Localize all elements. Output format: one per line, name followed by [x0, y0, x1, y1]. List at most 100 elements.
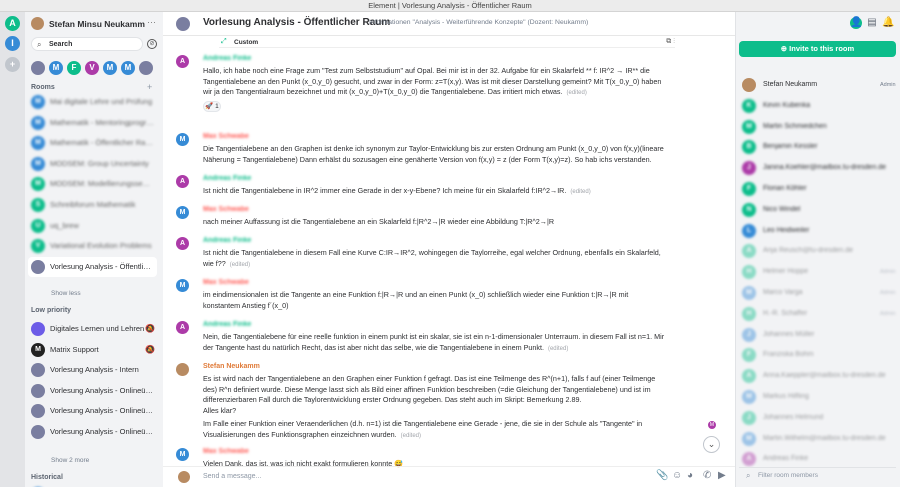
member-list-item[interactable]: Stefan Neukamm Admin — [736, 75, 900, 96]
sender-name[interactable]: Max Schwabe — [203, 133, 249, 140]
historical-section-header[interactable]: Historical — [31, 474, 63, 481]
low-priority-section-header[interactable]: Low priority — [31, 307, 71, 314]
edited-marker[interactable]: (edited) — [401, 433, 421, 439]
sender-name[interactable]: Max Schwabe — [203, 206, 249, 213]
more-options-icon[interactable]: ··· — [147, 17, 156, 27]
sender-avatar[interactable]: A — [176, 321, 189, 334]
member-list-item[interactable]: H H.-R. Schaffer Admin — [736, 304, 900, 325]
show-more-link[interactable]: Show 2 more — [51, 457, 89, 464]
sender-name[interactable]: Max Schwabe — [203, 279, 249, 286]
filter-members-input[interactable]: ⌕ Filter room members — [739, 467, 896, 483]
reaction-pill[interactable]: 🚀 1 — [203, 100, 221, 112]
recent-room-avatar[interactable] — [139, 61, 153, 75]
room-list-item[interactable]: S Schreibforum Mathematik — [25, 195, 157, 215]
sender-name[interactable]: Andreas Finke — [203, 321, 251, 328]
member-list-item[interactable]: H Helmer Hoppe Admin — [736, 262, 900, 283]
sender-avatar[interactable]: M — [176, 448, 189, 461]
widget-options-icon[interactable]: ⧉ ⋮ — [666, 38, 675, 46]
sender-name[interactable]: Andreas Finke — [203, 175, 251, 182]
room-list-item[interactable]: Vorlesung Analysis - Onlineüb... — [25, 422, 157, 442]
recent-room-avatar[interactable]: F — [67, 61, 81, 75]
member-list-item[interactable]: J Janina.Koehler@mailbox.tu-dresden.de — [736, 158, 900, 179]
edited-marker[interactable]: (edited) — [567, 90, 587, 96]
sender-avatar[interactable] — [176, 363, 189, 376]
read-receipt-avatar[interactable]: M — [708, 421, 716, 429]
sender-avatar[interactable]: A — [176, 55, 189, 68]
space-i[interactable]: I — [5, 36, 20, 51]
recent-room-avatar[interactable]: V — [85, 61, 99, 75]
room-list-item[interactable]: M MODSEM: Modellierungsseminar — [25, 174, 157, 194]
sender-avatar[interactable]: M — [176, 279, 189, 292]
jump-to-bottom-button[interactable]: ⌄ — [703, 436, 720, 453]
member-list-item[interactable]: M Marco Varga Admin — [736, 283, 900, 304]
room-list-item[interactable]: Digitales Lernen und Lehren 🔕 — [25, 319, 157, 339]
room-list-item[interactable]: Uuq_brew — [25, 216, 157, 236]
member-list-item[interactable]: B Benjamin Kessler — [736, 137, 900, 158]
room-list-item[interactable]: M MODSEM: Group Uncertainty — [25, 154, 157, 174]
room-list-item[interactable]: Vorlesung Analysis - Onlineüb... — [25, 381, 157, 401]
sender-name[interactable]: Andreas Finke — [203, 237, 251, 244]
sender-name[interactable]: Max Schwabe — [203, 448, 249, 455]
room-title[interactable]: Vorlesung Analysis - Öffentlicher Raum — [203, 17, 390, 28]
room-avatar — [31, 259, 45, 274]
room-list-item[interactable]: Vorlesung Analysis - Intern — [25, 360, 157, 380]
widget-expand-icon[interactable]: ⤢ — [221, 38, 227, 46]
rooms-section-header[interactable]: Rooms — [31, 84, 55, 91]
explore-rooms-icon[interactable]: ⊘ — [147, 39, 157, 49]
member-name: Nico Windel — [763, 205, 801, 213]
member-list-item[interactable]: A Anna.Kaeppler@mailbox.tu-dresden.de — [736, 366, 900, 387]
room-list-item[interactable]: M Matrix Support 🔕 — [25, 340, 157, 360]
voice-call-icon[interactable]: ✆ — [703, 470, 711, 481]
member-list-item[interactable]: N Nico Windel — [736, 200, 900, 221]
sender-avatar[interactable]: M — [176, 133, 189, 146]
show-less-link[interactable]: Show less — [51, 290, 81, 297]
video-call-icon[interactable]: ▶ — [718, 470, 726, 481]
sender-avatar[interactable]: A — [176, 175, 189, 188]
member-list-item[interactable]: F Florian Köhler — [736, 179, 900, 200]
room-list-item[interactable]: M Mathematik - Mentoringprogramm — [25, 113, 157, 133]
sender-avatar[interactable]: A — [176, 237, 189, 250]
member-list-item[interactable]: J Johannes Helmund — [736, 408, 900, 429]
member-list-item[interactable]: J Johannes Müller — [736, 325, 900, 346]
recent-room-avatar[interactable]: M — [49, 61, 63, 75]
room-topic[interactable]: Informationen "Analysis - Weiterführende… — [369, 19, 588, 26]
room-list-item[interactable]: V Variational Evolution Problems — [25, 236, 157, 256]
emoji-icon[interactable]: ☺ — [672, 470, 682, 481]
room-avatar[interactable] — [176, 17, 190, 31]
room-name: uq_brew — [50, 220, 79, 230]
search-input[interactable]: ⌕ Search — [31, 37, 143, 51]
space-home-a[interactable]: A — [5, 16, 20, 31]
custom-widget-bar[interactable]: ⤢ Custom ⧉ ⋮ — [219, 38, 675, 48]
sender-name[interactable]: Andreas Finke — [203, 55, 251, 62]
room-info-icon[interactable]: 👤 — [850, 17, 862, 29]
sender-name[interactable]: Stefan Neukamm — [203, 363, 260, 370]
invite-button[interactable]: ⊕ Invite to this room — [739, 41, 896, 57]
member-list-item[interactable]: M Martin.Wilhelm@mailbox.tu-dresden.de — [736, 429, 900, 450]
recent-room-avatar[interactable]: M — [103, 61, 117, 75]
edited-marker[interactable]: (edited) — [570, 189, 590, 195]
message-input[interactable]: Send a message... — [203, 473, 261, 480]
member-list-item[interactable]: M Martin Schmiedchen — [736, 117, 900, 138]
attachment-icon[interactable]: 📎 — [656, 470, 668, 481]
user-menu[interactable]: Stefan Minsu Neukamm ··· — [31, 16, 157, 32]
room-list-item[interactable]: Vorlesung Analysis - Onlineüb... — [25, 401, 157, 421]
room-list-item[interactable]: M Mathematik - Öffentlicher Raum — [25, 133, 157, 153]
room-list-item[interactable]: Vorlesung Analysis - Öffentlicher... — [28, 256, 157, 277]
files-icon[interactable]: ▤ — [866, 17, 878, 29]
edited-marker[interactable]: (edited) — [230, 262, 250, 268]
sender-avatar[interactable]: M — [176, 206, 189, 219]
recent-room-avatar[interactable] — [31, 61, 45, 75]
recent-room-avatar[interactable]: M — [121, 61, 135, 75]
room-list-item[interactable]: M Mai digitale Lehre und Prüfung — [25, 92, 157, 112]
member-list-item[interactable]: F Franziska Bohm — [736, 345, 900, 366]
member-list-item[interactable]: K Kevin Kubenka — [736, 96, 900, 117]
member-list-item[interactable]: M Markus Hilfling — [736, 387, 900, 408]
member-list-item[interactable]: A Anja Reusch@tu-dresden.de — [736, 241, 900, 262]
user-avatar[interactable] — [31, 17, 44, 30]
sticker-icon[interactable]: ◕ — [687, 470, 693, 481]
member-list-item[interactable]: L Leo Heidweiler — [736, 221, 900, 242]
edited-marker[interactable]: (edited) — [548, 346, 568, 352]
notifications-bell-icon[interactable]: 🔔 — [882, 17, 894, 29]
create-space-button[interactable]: + — [5, 57, 20, 72]
add-room-icon[interactable]: + — [147, 82, 152, 92]
